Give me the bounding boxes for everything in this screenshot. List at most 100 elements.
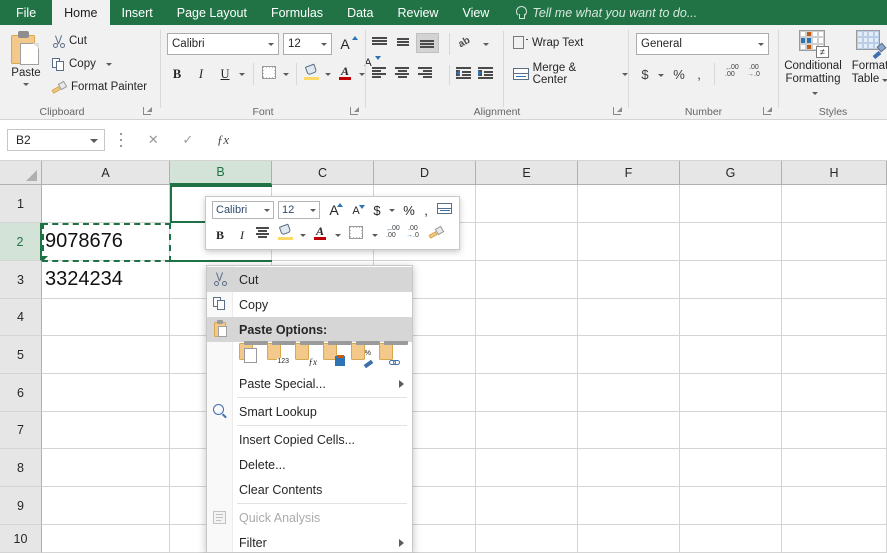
tab-home[interactable]: Home — [52, 0, 110, 25]
mini-bold-button[interactable]: B — [212, 226, 228, 244]
orientation-dropdown[interactable] — [481, 39, 491, 49]
font-size-combo[interactable]: 12 — [283, 33, 332, 55]
cell-F9[interactable] — [578, 487, 680, 525]
borders-dropdown[interactable] — [281, 69, 291, 79]
name-box[interactable]: B2 — [7, 129, 105, 151]
column-header-e[interactable]: E — [476, 161, 578, 185]
tab-view[interactable]: View — [450, 0, 501, 25]
cell-A4[interactable] — [42, 299, 170, 336]
context-menu-item-delete[interactable]: Delete... — [207, 452, 412, 477]
mini-borders-dropdown[interactable] — [370, 230, 380, 240]
currency-dropdown[interactable] — [656, 70, 666, 80]
decrease-indent-button[interactable] — [456, 67, 471, 79]
cell-E5[interactable] — [476, 336, 578, 374]
bold-button[interactable]: B — [168, 65, 186, 84]
cell-F2[interactable] — [578, 223, 680, 261]
formula-bar-grip[interactable] — [120, 133, 123, 147]
cell-H9[interactable] — [782, 487, 887, 525]
tab-formulas[interactable]: Formulas — [259, 0, 335, 25]
paste-option-values[interactable]: 123 — [265, 341, 296, 366]
cell-A3[interactable]: 3324234 — [42, 261, 170, 299]
cell-A6[interactable] — [42, 374, 170, 412]
conditional-formatting-button[interactable]: ≠ Conditional Formatting — [783, 30, 843, 99]
cell-F6[interactable] — [578, 374, 680, 412]
increase-indent-button[interactable] — [478, 67, 493, 79]
cell-E2[interactable] — [476, 223, 578, 261]
number-format-combo[interactable]: General — [636, 33, 769, 55]
mini-comma-button[interactable]: , — [421, 202, 431, 218]
align-middle-button[interactable] — [395, 36, 410, 48]
mini-currency-dropdown[interactable] — [387, 205, 397, 215]
mini-fill-color-dropdown[interactable] — [298, 230, 308, 240]
underline-button[interactable]: U — [216, 65, 234, 84]
fill-color-button[interactable] — [304, 63, 319, 80]
cell-F7[interactable] — [578, 412, 680, 449]
cell-H1[interactable] — [782, 185, 887, 223]
mini-merge-center-button[interactable] — [437, 203, 452, 214]
paste-option-transpose[interactable] — [321, 341, 352, 366]
paste-option-formulas[interactable]: ƒx — [293, 341, 324, 367]
cell-H3[interactable] — [782, 261, 887, 299]
format-as-table-button[interactable]: Format Table — [847, 30, 887, 86]
paste-option-all[interactable] — [237, 341, 268, 366]
mini-increase-font-size[interactable]: A — [326, 202, 343, 218]
row-header-8[interactable]: 8 — [0, 449, 42, 487]
tab-insert[interactable]: Insert — [110, 0, 165, 25]
cell-H8[interactable] — [782, 449, 887, 487]
mini-align-center-button[interactable] — [256, 227, 271, 239]
cell-H7[interactable] — [782, 412, 887, 449]
mini-format-painter-button[interactable] — [428, 225, 445, 240]
align-bottom-button[interactable] — [416, 33, 439, 53]
context-menu-item-clear-contents[interactable]: Clear Contents — [207, 477, 412, 502]
cell-G4[interactable] — [680, 299, 782, 336]
cell-A2[interactable]: 9078676 — [42, 223, 170, 261]
paste-option-link[interactable] — [377, 341, 408, 366]
align-left-button[interactable] — [372, 67, 387, 79]
underline-dropdown[interactable] — [237, 69, 247, 79]
tab-review[interactable]: Review — [385, 0, 450, 25]
align-right-button[interactable] — [418, 67, 433, 79]
cell-E4[interactable] — [476, 299, 578, 336]
font-name-combo[interactable]: Calibri — [167, 33, 279, 55]
copy-button[interactable]: Copy — [52, 54, 112, 74]
context-menu-item-insert-copied-cells[interactable]: Insert Copied Cells... — [207, 427, 412, 452]
cell-F4[interactable] — [578, 299, 680, 336]
decrease-decimal-button[interactable]: .00 → .0 — [745, 64, 763, 79]
tab-data[interactable]: Data — [335, 0, 385, 25]
row-header-4[interactable]: 4 — [0, 299, 42, 336]
cell-H2[interactable] — [782, 223, 887, 261]
orientation-button[interactable]: ab — [456, 34, 475, 52]
cell-A8[interactable] — [42, 449, 170, 487]
column-header-f[interactable]: F — [578, 161, 680, 185]
cell-E8[interactable] — [476, 449, 578, 487]
cell-H4[interactable] — [782, 299, 887, 336]
cell-F5[interactable] — [578, 336, 680, 374]
align-top-button[interactable] — [372, 36, 387, 48]
merge-center-button[interactable]: Merge & Center — [513, 62, 628, 86]
comma-style-button[interactable]: , — [693, 65, 705, 83]
insert-function-icon[interactable]: ƒx — [217, 132, 229, 148]
align-center-button[interactable] — [395, 67, 410, 79]
context-menu-item-copy[interactable]: Copy — [207, 292, 412, 317]
cut-button[interactable]: Cut — [52, 31, 87, 51]
increase-decimal-button[interactable]: ← .00 .00 — [721, 64, 739, 79]
tab-file[interactable]: File — [0, 0, 52, 25]
italic-button[interactable]: I — [192, 65, 210, 84]
row-header-9[interactable]: 9 — [0, 487, 42, 525]
tab-page-layout[interactable]: Page Layout — [165, 0, 259, 25]
cell-H6[interactable] — [782, 374, 887, 412]
cell-H5[interactable] — [782, 336, 887, 374]
cell-G3[interactable] — [680, 261, 782, 299]
mini-fill-color-button[interactable] — [278, 223, 293, 240]
context-menu-item-filter[interactable]: Filter — [207, 530, 412, 552]
row-header-3[interactable]: 3 — [0, 261, 42, 299]
cell-F10[interactable] — [578, 525, 680, 553]
cell-G2[interactable] — [680, 223, 782, 261]
row-header-10[interactable]: 10 — [0, 525, 42, 553]
cell-A1[interactable] — [42, 185, 170, 223]
mini-decrease-decimal-button[interactable]: .00 → .0 — [405, 225, 423, 240]
row-header-6[interactable]: 6 — [0, 374, 42, 412]
cell-E3[interactable] — [476, 261, 578, 299]
wrap-text-button[interactable]: Wrap Text — [513, 33, 583, 53]
mini-italic-button[interactable]: I — [234, 226, 250, 244]
